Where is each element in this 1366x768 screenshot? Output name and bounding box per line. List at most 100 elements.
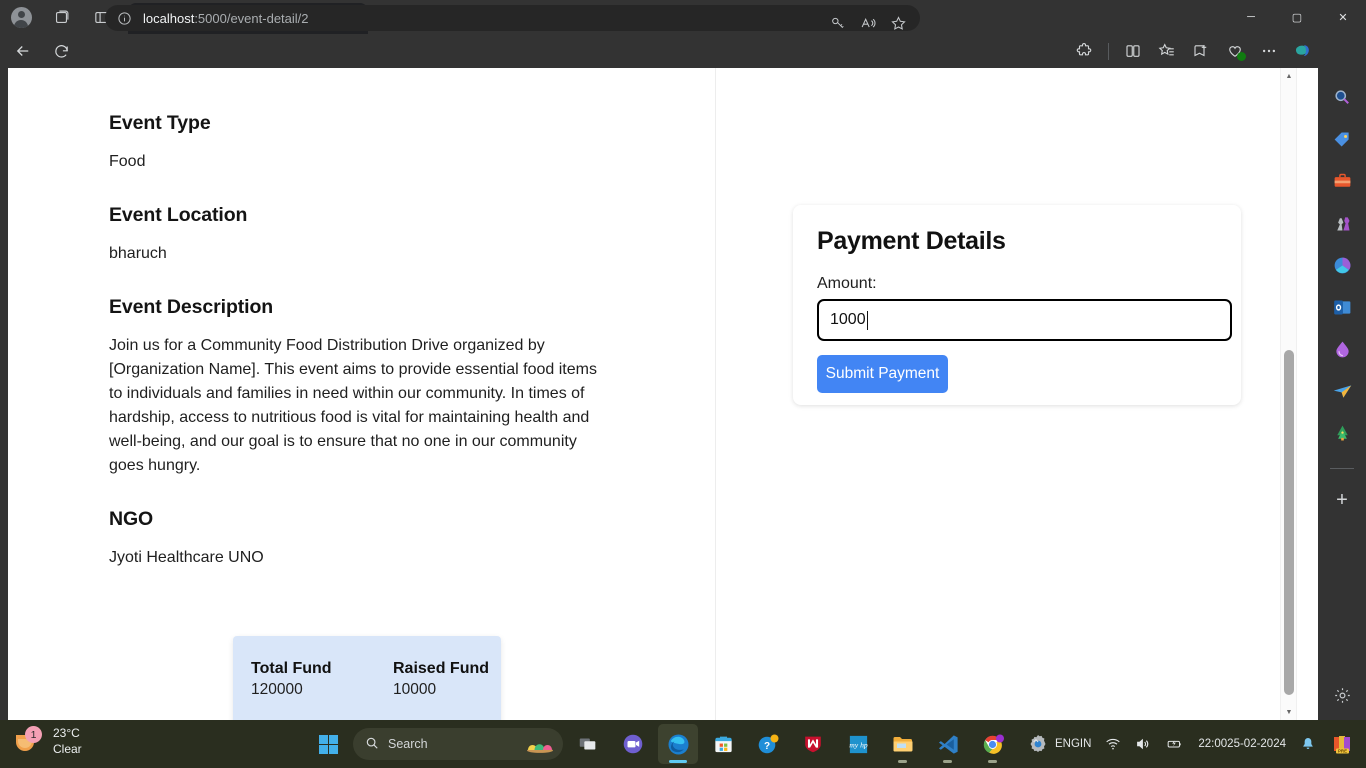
windows-logo-icon [318,734,338,754]
window-close-button[interactable]: ✕ [1320,0,1366,34]
clock-time: 22:00 [1198,738,1228,750]
sidebar-divider [1330,468,1354,469]
language-primary: ENG [1054,738,1080,750]
task-view-icon[interactable] [568,724,608,764]
total-fund-value: 120000 [251,681,303,698]
read-aloud-icon[interactable] [854,9,882,37]
amount-input[interactable]: 1000 [817,299,1232,341]
outlook-icon[interactable] [1327,292,1357,322]
system-tray: ⌃ ENG IN 22:00 25-02-2024 PRE [1025,720,1360,768]
windows-taskbar: 1 23°C Clear Search ? my hp ⌃ ENG IN 22:… [0,720,1366,768]
fund-summary-box: Total Fund 120000 Raised Fund 10000 Star… [233,636,501,720]
settings-more-icon[interactable] [1254,36,1284,66]
language-secondary: IN [1079,738,1092,750]
holiday-tree-icon[interactable] [1327,418,1357,448]
collections-icon[interactable] [1152,36,1182,66]
site-info-icon[interactable] [115,9,133,27]
split-screen-icon[interactable] [1118,36,1148,66]
minimize-button[interactable]: ─ [1228,0,1274,34]
start-button[interactable] [308,724,348,764]
scroll-down-arrow-icon[interactable]: ▼ [1281,704,1297,720]
office-pre-icon[interactable]: PRE [1324,724,1360,764]
event-description-text: Join us for a Community Food Distributio… [109,337,597,474]
text-cursor [866,310,868,330]
clock[interactable]: 22:00 25-02-2024 [1192,724,1292,764]
ngo-heading: NGO [109,508,154,530]
games-icon[interactable] [1327,208,1357,238]
event-location-value: bharuch [109,245,167,262]
teams-icon[interactable] [613,724,653,764]
sidebar-add-button[interactable]: + [1327,485,1357,515]
gear-icon[interactable] [1327,680,1357,710]
clock-date: 25-02-2024 [1227,738,1286,750]
payment-details-card: Payment Details Amount: 1000 Submit Paym… [793,205,1241,405]
search-icon[interactable] [1327,82,1357,112]
microsoft-store-icon[interactable] [703,724,743,764]
event-type-heading: Event Type [109,112,211,134]
key-icon[interactable] [824,9,852,37]
paper-plane-icon[interactable] [1327,376,1357,406]
image-creator-icon[interactable] [1327,250,1357,280]
weather-temperature: 23°C [53,726,80,740]
taskbar-search[interactable]: Search [353,728,563,760]
tray-chevron-icon[interactable]: ⌃ [1025,724,1047,764]
browser-window: Vite + React × + ─ ▢ ✕ localhost:50 [0,0,1366,720]
holi-colors-icon [525,735,555,753]
get-help-icon[interactable]: ? [748,724,788,764]
favorite-star-icon[interactable] [884,9,912,37]
drop-icon[interactable] [1327,334,1357,364]
maximize-button[interactable]: ▢ [1274,0,1320,34]
add-to-collections-icon[interactable] [1186,36,1216,66]
event-location-heading: Event Location [109,204,248,226]
search-placeholder: Search [388,737,428,751]
extensions-icon[interactable] [1069,36,1099,66]
avatar [10,6,32,28]
fund-grid: Total Fund 120000 Raised Fund 10000 Star… [251,660,501,720]
myhp-icon[interactable]: my hp [838,724,878,764]
column-divider [715,68,716,720]
svg-text:?: ? [764,741,770,752]
vs-code-icon[interactable] [928,724,968,764]
taskbar-center: Search ? my hp [308,720,1058,768]
event-info-column: Event Type Food Event Location bharuch E… [109,68,669,570]
mcafee-icon[interactable] [793,724,833,764]
profile-avatar-button[interactable] [8,4,34,30]
titlebar-left-icons [0,0,114,34]
page-scrollbar[interactable]: ▲ ▼ [1280,68,1296,720]
raised-fund-value: 10000 [393,681,437,698]
browser-toolbar [1069,36,1318,66]
file-explorer-icon[interactable] [883,724,923,764]
wifi-icon[interactable] [1099,724,1127,764]
url-host: localhost [143,10,195,26]
amount-input-value: 1000 [830,311,866,328]
volume-icon[interactable] [1129,724,1157,764]
reload-icon[interactable] [46,36,76,66]
tools-icon[interactable] [1327,166,1357,196]
battery-icon[interactable] [1159,724,1190,764]
event-detail-page: Event Type Food Event Location bharuch E… [36,68,1296,720]
search-icon [365,736,379,753]
scroll-up-arrow-icon[interactable]: ▲ [1281,68,1297,84]
payment-details-title: Payment Details [817,227,1006,255]
amount-label: Amount: [817,275,877,292]
svg-text:my hp: my hp [849,740,868,749]
language-indicator[interactable]: ENG IN [1049,724,1097,764]
edge-icon[interactable] [658,724,698,764]
copilot-icon[interactable] [1288,36,1318,66]
address-bar[interactable]: localhost:5000/event-detail/2 [105,5,920,31]
bell-icon[interactable] [1294,724,1322,764]
shopping-tag-icon[interactable] [1327,124,1357,154]
back-icon[interactable] [8,36,38,66]
raised-fund-label: Raised Fund [393,660,490,677]
workspaces-icon[interactable] [48,4,74,30]
browser-essentials-icon[interactable] [1220,36,1250,66]
scrollbar-thumb[interactable] [1284,350,1294,695]
weather-text: 23°C Clear [53,725,82,757]
submit-payment-button[interactable]: Submit Payment [817,355,948,393]
svg-text:PRE: PRE [1338,749,1347,754]
weather-widget[interactable]: 1 23°C Clear [14,725,82,757]
window-controls: ─ ▢ ✕ [1228,0,1366,34]
chrome-icon[interactable] [973,724,1013,764]
edge-sidebar: + [1318,68,1366,720]
url-path: :5000/event-detail/2 [194,10,309,26]
